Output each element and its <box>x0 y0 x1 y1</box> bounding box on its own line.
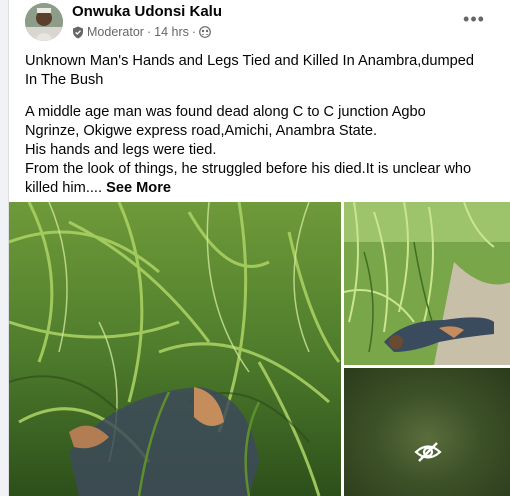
eye-off-icon[interactable] <box>414 440 442 464</box>
body-line: Ngrinze, Okigwe express road,Amichi, Ana… <box>25 123 378 139</box>
meta-separator: · <box>191 25 197 39</box>
post-text: Unknown Man's Hands and Legs Tied and Ki… <box>25 52 495 211</box>
body-line: His hands and legs were tied. <box>25 142 217 158</box>
author-avatar[interactable] <box>25 3 63 41</box>
body-line: A middle age man was found dead along C … <box>25 104 426 120</box>
post-options-button[interactable]: ••• <box>463 8 485 30</box>
group-icon[interactable] <box>199 26 211 38</box>
post-photo-second[interactable] <box>344 202 510 365</box>
body-line-last: killed him.... See More <box>25 179 495 198</box>
post-headline: Unknown Man's Hands and Legs Tied and Ki… <box>25 52 495 90</box>
post-photo-main[interactable] <box>9 202 341 496</box>
meta-separator: · <box>146 25 152 39</box>
body-line: From the look of things, he struggled be… <box>25 161 472 177</box>
photo-grid <box>9 202 510 496</box>
body-line-text: killed him.... <box>25 180 107 196</box>
post-time[interactable]: 14 hrs <box>154 25 189 39</box>
role-label[interactable]: Moderator <box>87 25 144 39</box>
see-more-link[interactable]: See More <box>106 180 171 196</box>
post-body: A middle age man was found dead along C … <box>25 103 495 198</box>
post-meta: Moderator · 14 hrs · <box>72 24 211 40</box>
author-name[interactable]: Onwuka Udonsi Kalu <box>72 3 222 21</box>
headline-line: In The Bush <box>25 72 104 88</box>
post-photo-hidden[interactable] <box>344 368 510 496</box>
sensitive-content-blur <box>344 368 510 496</box>
feed-post: Onwuka Udonsi Kalu Moderator · 14 hrs · … <box>8 0 510 496</box>
moderator-shield-icon <box>73 26 83 38</box>
headline-line: Unknown Man's Hands and Legs Tied and Ki… <box>25 53 474 69</box>
